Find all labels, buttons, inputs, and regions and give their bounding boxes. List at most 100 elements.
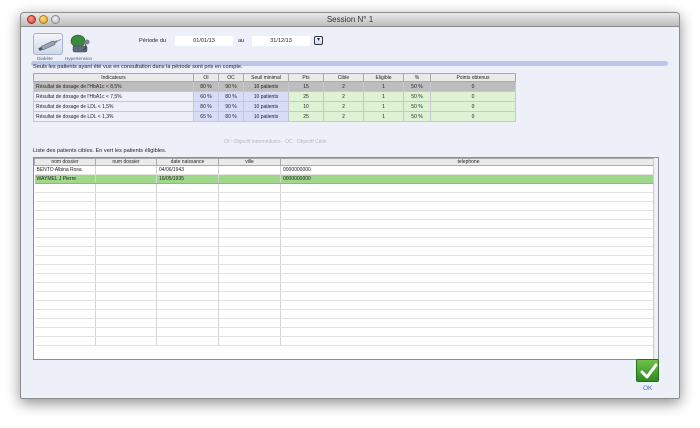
empty-cell: [95, 282, 157, 292]
col-header-telephone[interactable]: telephone: [280, 158, 657, 166]
empty-cell: [280, 309, 657, 319]
empty-cell: [218, 309, 281, 319]
patients-scrollbar[interactable]: [653, 158, 658, 359]
empty-cell: [95, 255, 157, 265]
period-from-field[interactable]: 01/01/13: [175, 36, 233, 46]
indicator-cell-pts: 25: [288, 111, 324, 122]
empty-cell: [156, 219, 219, 229]
date-picker-button[interactable]: ▾: [314, 36, 323, 45]
empty-cell: [156, 237, 219, 247]
patient-cell-telephone: 0000000000: [280, 174, 657, 184]
indicator-row[interactable]: Résultat de dosage de LDL < 1,3% 65 % 80 %…: [33, 111, 516, 122]
indicator-cell-pts: 25: [288, 91, 324, 102]
col-header-points-obtenus[interactable]: Points obtenus: [430, 73, 516, 82]
col-header-nom-dossier[interactable]: nom dossier: [34, 158, 96, 166]
empty-cell: [34, 183, 96, 193]
indicator-cell-points-obtenus: 0: [430, 111, 516, 122]
empty-row: [34, 300, 657, 310]
indicator-row[interactable]: Résultat de dosage de l'HbA1c < 8,5% 80 %…: [33, 81, 516, 92]
empty-cell: [156, 300, 219, 310]
indicator-row[interactable]: Résultat de dosage de l'HbA1c < 7,5% 60 %…: [33, 91, 516, 102]
empty-cell: [280, 273, 657, 283]
empty-cell: [95, 336, 157, 346]
indicator-cell-indicator: Résultat de dosage de LDL < 1,5%: [33, 101, 194, 112]
syringe-icon: [38, 39, 61, 52]
empty-cell: [95, 192, 157, 202]
indicator-cell-pts: 15: [288, 81, 324, 92]
period-to-field[interactable]: 31/12/13: [252, 36, 310, 46]
indicator-cell-indicator: Résultat de dosage de LDL < 1,3%: [33, 111, 194, 122]
empty-cell: [218, 210, 281, 220]
indicator-cell-points-obtenus: 0: [430, 101, 516, 112]
indicator-cell-eligible: 1: [363, 101, 404, 112]
indicator-cell-percent: 50 %: [403, 81, 431, 92]
empty-row: [34, 219, 657, 229]
col-header-seuil[interactable]: Seuil minimal: [243, 73, 289, 82]
title-bar: Session N° 1: [21, 13, 679, 27]
col-header-pts[interactable]: Pts: [288, 73, 324, 82]
hypertension-tab-button[interactable]: [65, 33, 95, 55]
empty-cell: [218, 228, 281, 238]
empty-cell: [34, 300, 96, 310]
empty-row: [34, 192, 657, 202]
col-header-indicators[interactable]: Indicateurs: [33, 73, 194, 82]
indicator-cell-indicator: Résultat de dosage de l'HbA1c < 7,5%: [33, 91, 194, 102]
empty-cell: [34, 273, 96, 283]
empty-cell: [280, 327, 657, 337]
indicator-cell-seuil: 10 patients: [243, 101, 289, 112]
empty-cell: [34, 237, 96, 247]
empty-cell: [156, 210, 219, 220]
empty-cell: [218, 291, 281, 301]
patient-row[interactable]: WAYMEL J Pierre 16/05/1935 0000000000: [34, 174, 657, 184]
empty-cell: [95, 246, 157, 256]
empty-cell: [34, 318, 96, 328]
col-header-date-naissance[interactable]: date naissance: [156, 158, 219, 166]
empty-cell: [218, 336, 281, 346]
empty-cell: [280, 228, 657, 238]
indicator-cell-cible: 2: [323, 81, 364, 92]
empty-row: [34, 318, 657, 328]
empty-cell: [280, 336, 657, 346]
empty-row: [34, 210, 657, 220]
col-header-num-dossier[interactable]: num dossier: [95, 158, 157, 166]
patient-cell-num-dossier: [95, 165, 157, 175]
objectives-legend: OI : Objectif intermédiaire - OC : Objec…: [224, 139, 327, 145]
empty-cell: [280, 219, 657, 229]
patient-row[interactable]: BENTO Albina Rosa 04/06/1943 0000000000: [34, 165, 657, 175]
diabetes-tab-button[interactable]: [33, 33, 63, 55]
patient-cell-num-dossier: [95, 174, 157, 184]
checkmark-icon: [640, 363, 658, 379]
empty-cell: [156, 282, 219, 292]
indicator-row[interactable]: Résultat de dosage de LDL < 1,5% 80 % 90 %…: [33, 101, 516, 112]
indicator-cell-eligible: 1: [363, 81, 404, 92]
ok-button[interactable]: [636, 359, 659, 382]
empty-cell: [280, 246, 657, 256]
empty-cell: [156, 291, 219, 301]
empty-row: [34, 201, 657, 211]
empty-cell: [280, 255, 657, 265]
empty-cell: [218, 183, 281, 193]
col-header-percent[interactable]: %: [403, 73, 431, 82]
indicators-header-row: Indicateurs OI OC Seuil minimal Pts Cibl…: [33, 73, 516, 82]
indicator-cell-cible: 2: [323, 101, 364, 112]
empty-row: [34, 264, 657, 274]
empty-cell: [156, 309, 219, 319]
indicator-cell-points-obtenus: 0: [430, 81, 516, 92]
empty-cell: [218, 282, 281, 292]
chevron-down-icon: ▾: [316, 37, 320, 43]
period-info-text: Seuls les patients ayant été vus en cons…: [33, 64, 243, 70]
col-header-eligible[interactable]: Eligible: [363, 73, 404, 82]
empty-row: [34, 327, 657, 337]
period-from-label: Période du: [139, 38, 167, 44]
empty-row: [34, 336, 657, 346]
col-header-cible[interactable]: Cible: [323, 73, 364, 82]
empty-cell: [95, 183, 157, 193]
col-header-oi[interactable]: OI: [193, 73, 219, 82]
indicator-cell-oi: 80 %: [193, 81, 219, 92]
empty-cell: [34, 219, 96, 229]
empty-row: [34, 282, 657, 292]
col-header-oc[interactable]: OC: [218, 73, 244, 82]
col-header-ville[interactable]: ville: [218, 158, 281, 166]
empty-cell: [218, 273, 281, 283]
empty-cell: [280, 264, 657, 274]
